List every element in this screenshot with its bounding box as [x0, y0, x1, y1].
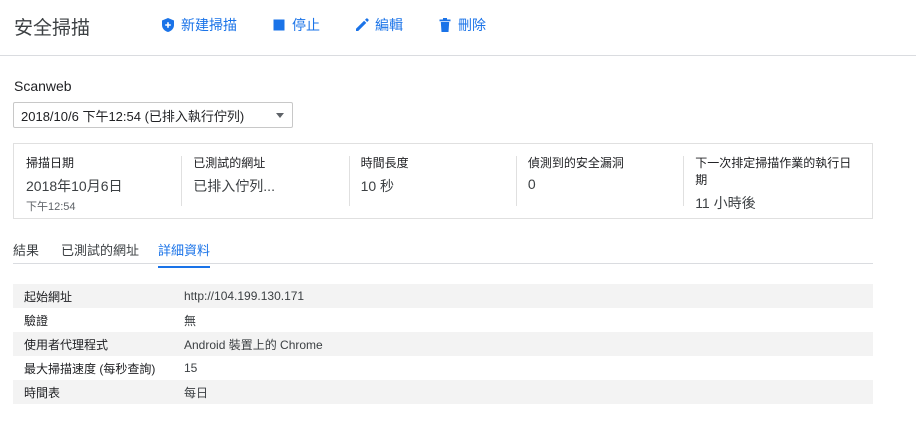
- edit-label: 編輯: [375, 17, 403, 33]
- detail-value: 每日: [184, 385, 209, 400]
- tab-tested-urls[interactable]: 已測試的網址: [61, 240, 139, 266]
- table-row: 最大掃描速度 (每秒查詢) 15: [13, 356, 873, 380]
- details-table: 起始網址 http://104.199.130.171 驗證 無 使用者代理程式…: [13, 284, 873, 404]
- detail-key: 驗證: [24, 313, 49, 328]
- summary-value: 11 小時後: [695, 195, 756, 211]
- tab-details[interactable]: 詳細資料: [158, 240, 211, 268]
- table-row: 驗證 無: [13, 308, 873, 332]
- summary-value: 0: [527, 176, 536, 192]
- summary-label: 時間長度: [360, 156, 409, 170]
- summary-value: 2018年10月6日: [26, 178, 123, 194]
- detail-key: 使用者代理程式: [24, 337, 109, 352]
- top-toolbar: 安全掃描 新建掃描 停止 編輯 刪除: [0, 0, 916, 56]
- edit-button[interactable]: 編輯: [354, 15, 403, 35]
- table-row: 起始網址 http://104.199.130.171: [13, 284, 873, 308]
- dropdown-arrow-icon: [276, 113, 284, 118]
- detail-value: Android 裝置上的 Chrome: [184, 337, 323, 352]
- summary-scan-date: 掃描日期 2018年10月6日 下午12:54: [14, 144, 181, 218]
- table-row: 時間表 每日: [13, 380, 873, 404]
- summary-label: 已測試的網址: [193, 156, 266, 170]
- summary-value: 10 秒: [360, 178, 395, 194]
- shield-add-icon: [162, 18, 174, 32]
- trash-icon: [439, 18, 451, 32]
- scan-name: Scanweb: [14, 78, 72, 94]
- summary-label: 下一次排定掃描作業的執行日期: [695, 156, 852, 187]
- summary-subvalue: 下午12:54: [26, 201, 76, 213]
- scan-run-select-value: 2018/10/6 下午12:54 (已排入執行佇列): [21, 108, 245, 124]
- new-scan-button[interactable]: 新建掃描: [160, 15, 237, 35]
- pencil-icon: [356, 18, 369, 31]
- summary-next-scan: 下一次排定掃描作業的執行日期 11 小時後: [683, 144, 872, 218]
- detail-key: 起始網址: [24, 289, 73, 304]
- detail-key: 最大掃描速度 (每秒查詢): [24, 361, 156, 376]
- delete-label: 刪除: [458, 17, 486, 33]
- table-row: 使用者代理程式 Android 裝置上的 Chrome: [13, 332, 873, 356]
- scan-run-select[interactable]: 2018/10/6 下午12:54 (已排入執行佇列): [13, 102, 293, 128]
- summary-label: 偵測到的安全漏洞: [527, 156, 624, 170]
- stop-label: 停止: [292, 17, 320, 33]
- detail-value: 15: [184, 361, 198, 375]
- delete-button[interactable]: 刪除: [437, 15, 486, 35]
- detail-key: 時間表: [24, 385, 61, 400]
- detail-value: 無: [184, 313, 197, 328]
- summary-duration: 時間長度 10 秒: [348, 144, 516, 218]
- tab-results[interactable]: 結果: [13, 240, 39, 266]
- summary-tested-urls: 已測試的網址 已排入佇列...: [181, 144, 348, 218]
- page-title: 安全掃描: [14, 18, 91, 39]
- detail-value: http://104.199.130.171: [184, 289, 305, 303]
- stop-button[interactable]: 停止: [271, 15, 320, 35]
- summary-label: 掃描日期: [26, 156, 75, 170]
- summary-vulnerabilities: 偵測到的安全漏洞 0: [515, 144, 683, 218]
- scan-summary-card: 掃描日期 2018年10月6日 下午12:54 已測試的網址 已排入佇列... …: [13, 143, 873, 219]
- summary-value: 已排入佇列...: [193, 178, 275, 194]
- stop-icon: [273, 19, 285, 31]
- tab-bar: 結果 已測試的網址 詳細資料: [13, 234, 873, 268]
- new-scan-label: 新建掃描: [181, 17, 237, 33]
